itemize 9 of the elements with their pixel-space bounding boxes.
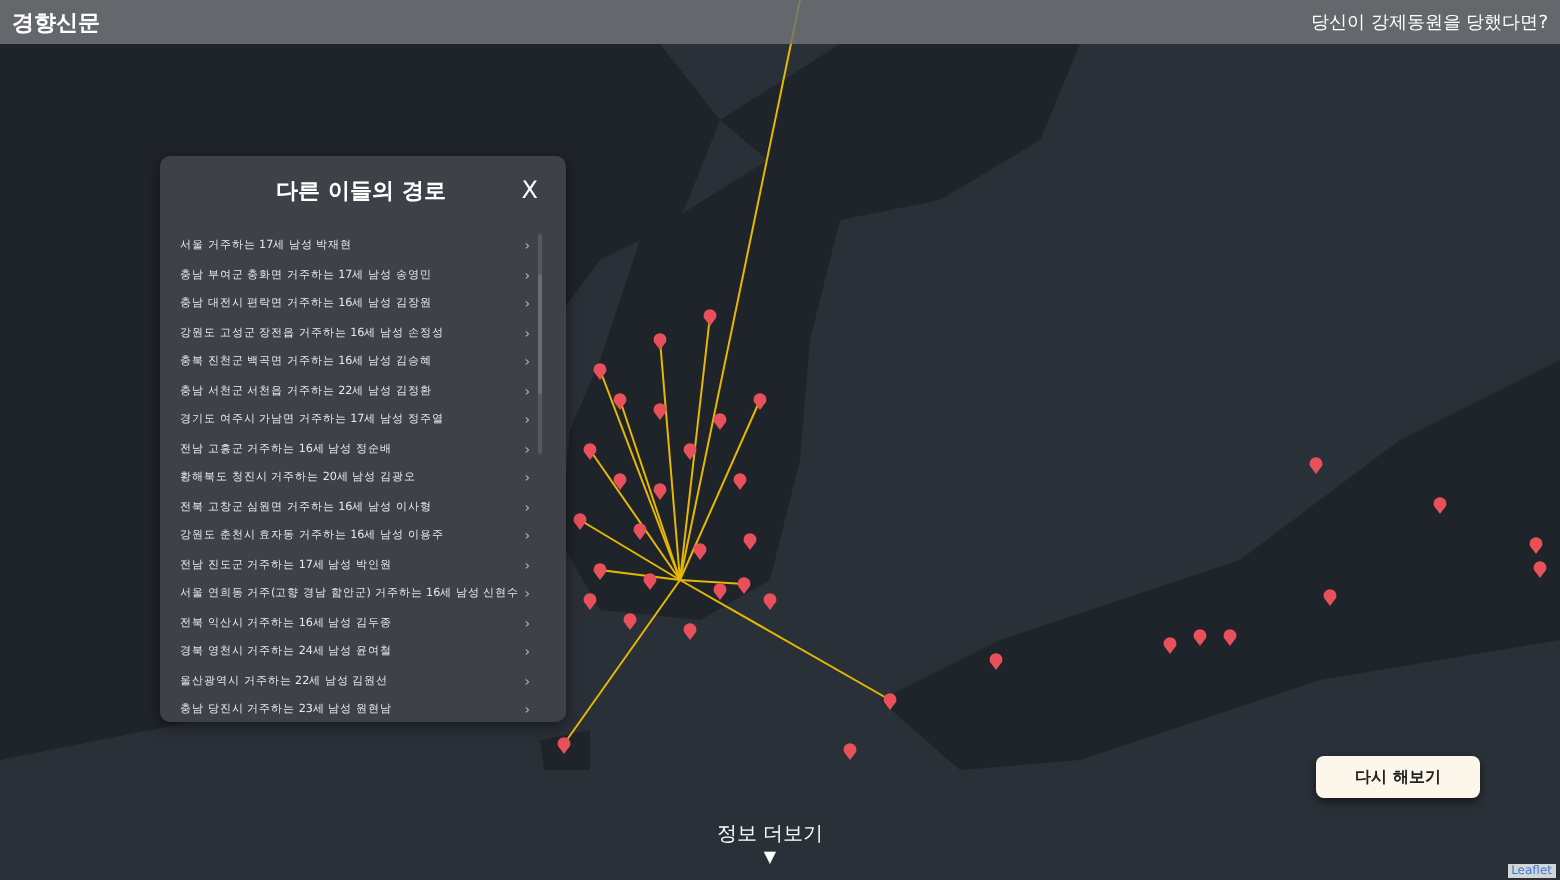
scrollbar[interactable] (538, 234, 542, 454)
down-arrow[interactable]: ▼ (763, 848, 777, 866)
panel-title: 다른 이들의 경로 (276, 176, 446, 206)
scrollbar-thumb[interactable] (538, 274, 542, 394)
headline: 당신이 강제동원을 당했다면? (1311, 11, 1548, 35)
logo-text[interactable]: 경향신문 (12, 7, 100, 37)
more-info-link[interactable]: 정보 더보기 (716, 820, 824, 848)
close-button[interactable]: X (517, 176, 542, 204)
retry-button[interactable]: 다시 해보기 (1316, 756, 1480, 798)
